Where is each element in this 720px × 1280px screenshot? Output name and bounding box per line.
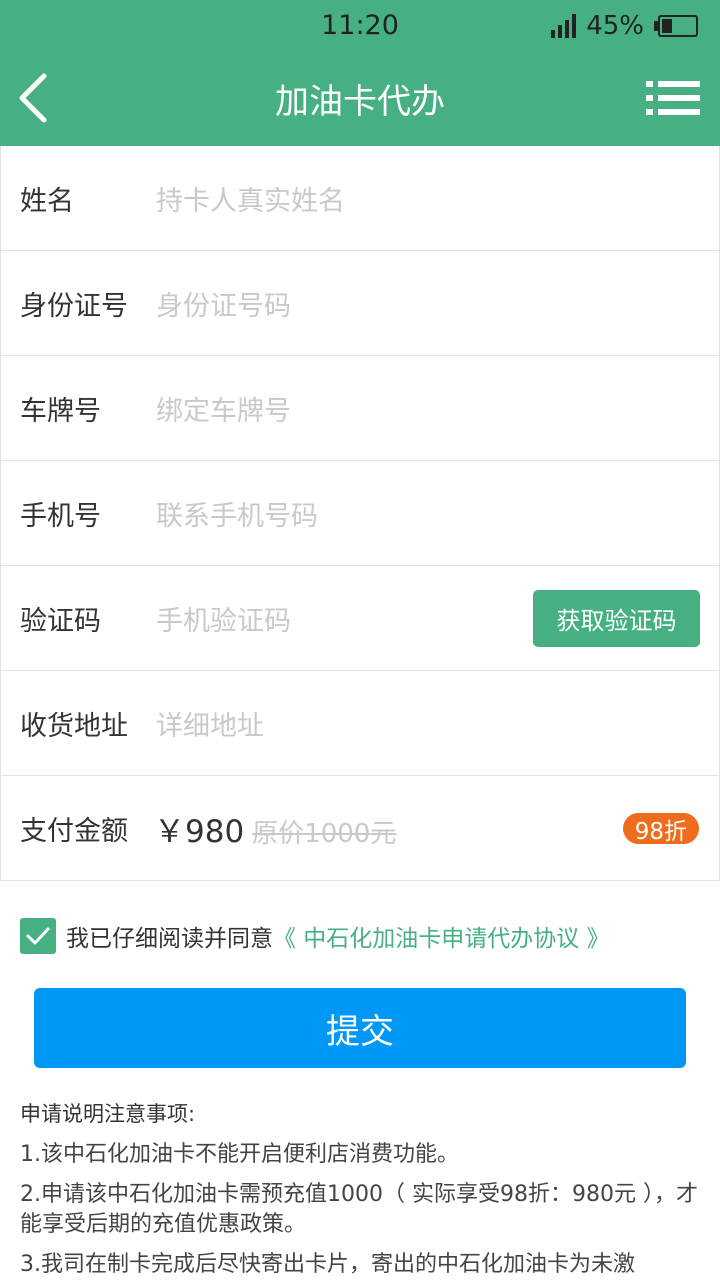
signal-icon <box>551 14 577 38</box>
agreement-checkbox[interactable] <box>20 918 56 954</box>
id-number-label: 身份证号 <box>20 290 128 322</box>
get-code-button[interactable]: 获取验证码 <box>533 590 700 647</box>
plate-label: 车牌号 <box>20 395 101 427</box>
original-price: 原价1000元 <box>252 818 397 849</box>
status-indicators: 45% <box>551 10 700 42</box>
phone-input[interactable]: 联系手机号码 <box>156 494 318 533</box>
payment-row: 支付金额 ￥980 原价1000元 98折 <box>1 776 719 881</box>
list-menu-icon <box>646 81 700 115</box>
phone-label: 手机号 <box>20 500 101 532</box>
page-title: 加油卡代办 <box>275 82 445 122</box>
agreement-link[interactable]: 《 中石化加油卡申请代办协议 》 <box>273 919 610 953</box>
note-item: 2.申请该中石化加油卡需预充值1000（ 实际享受98折：980元 ），才能享受… <box>20 1182 698 1237</box>
discount-badge: 98折 <box>622 813 699 845</box>
submit-button[interactable]: 提交 <box>34 988 686 1068</box>
address-row: 收货地址 详细地址 <box>1 671 719 776</box>
check-icon <box>26 927 50 945</box>
note-item: 1.该中石化加油卡不能开启便利店消费功能。 <box>20 1142 459 1167</box>
plate-input[interactable]: 绑定车牌号 <box>156 389 291 428</box>
address-input[interactable]: 详细地址 <box>156 704 264 743</box>
menu-button[interactable] <box>646 80 700 116</box>
status-bar: 11:20 45% <box>0 0 720 52</box>
phone-row: 手机号 联系手机号码 <box>1 461 719 566</box>
notes-title: 申请说明注意事项: <box>20 1102 196 1126</box>
name-row: 姓名 持卡人真实姓名 <box>1 146 719 251</box>
price: ￥980 原价1000元 <box>154 806 396 851</box>
id-number-input[interactable]: 身份证号码 <box>156 284 291 323</box>
name-label: 姓名 <box>20 185 74 217</box>
notes-section: 申请说明注意事项: 1.该中石化加油卡不能开启便利店消费功能。 2.申请该中石化… <box>20 1098 700 1280</box>
agreement-text: 我已仔细阅读并同意 <box>66 926 273 952</box>
battery-icon <box>654 14 700 38</box>
address-label: 收货地址 <box>20 710 128 742</box>
id-number-row: 身份证号 身份证号码 <box>1 251 719 356</box>
payment-label: 支付金额 <box>20 815 128 847</box>
verification-label: 验证码 <box>20 605 101 637</box>
battery-percent: 45% <box>586 11 644 41</box>
verification-row: 验证码 手机验证码 获取验证码 <box>1 566 719 671</box>
plate-row: 车牌号 绑定车牌号 <box>1 356 719 461</box>
agreement: 我已仔细阅读并同意 《 中石化加油卡申请代办协议 》 <box>20 918 610 954</box>
payment-amount: ￥980 <box>154 813 245 850</box>
app-header: 11:20 45% 加油卡代办 <box>0 0 720 146</box>
application-form: 姓名 持卡人真实姓名 身份证号 身份证号码 车牌号 绑定车牌号 手机号 联系手机… <box>0 146 720 881</box>
verification-input[interactable]: 手机验证码 <box>156 599 291 638</box>
name-input[interactable]: 持卡人真实姓名 <box>156 179 345 218</box>
note-item: 3.我司在制卡完成后尽快寄出卡片，寄出的中石化加油卡为未激 <box>20 1252 635 1277</box>
